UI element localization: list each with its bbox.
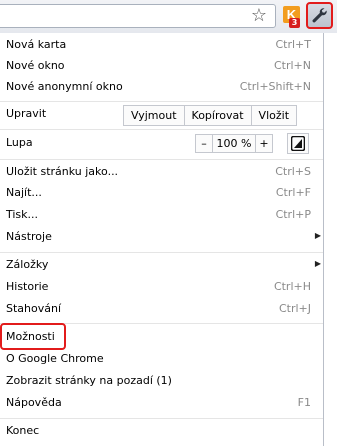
zoom-controls: – 100 % + <box>195 134 273 153</box>
zoom-value: 100 % <box>212 134 256 153</box>
menu-item-label: Konec <box>6 424 40 437</box>
menu-item-label: Najít... <box>6 186 42 199</box>
zoom-out-button[interactable]: – <box>195 134 213 153</box>
menu-item-label: Záložky <box>6 258 49 271</box>
menu-item-shortcut: Ctrl+N <box>273 59 311 72</box>
menu-item-shortcut: Ctrl+F <box>275 186 311 199</box>
wrench-menu: Nová karta Ctrl+T Nové okno Ctrl+N Nové … <box>0 33 324 446</box>
edit-button-group: Vyjmout Kopírovat Vložit <box>123 105 298 126</box>
menu-item-background-pages[interactable]: Zobrazit stránky na pozadí (1) <box>0 371 323 392</box>
menu-item-label: Uložit stránku jako... <box>6 165 119 178</box>
submenu-arrow-icon: ▶ <box>314 259 321 268</box>
menu-item-new-incognito-window[interactable]: Nové anonymní okno Ctrl+Shift+N <box>0 77 323 98</box>
menu-item-label: Zobrazit stránky na pozadí (1) <box>6 374 172 387</box>
browser-toolbar: ☆ K 3 <box>0 0 337 33</box>
menu-item-save-page[interactable]: Uložit stránku jako... Ctrl+S <box>0 162 323 183</box>
options-highlight-box <box>0 323 66 350</box>
menu-item-shortcut: F1 <box>297 396 311 409</box>
menu-item-shortcut: Ctrl+S <box>275 165 311 178</box>
menu-item-label: Lupa <box>6 136 33 149</box>
menu-item-downloads[interactable]: Stahování Ctrl+J <box>0 299 323 320</box>
menu-item-shortcut: Ctrl+P <box>275 208 311 221</box>
menu-item-shortcut: Ctrl+J <box>278 302 311 315</box>
menu-item-bookmarks[interactable]: Záložky ▶ <box>0 255 323 276</box>
menu-item-exit[interactable]: Konec <box>0 421 323 442</box>
wrench-menu-button[interactable] <box>306 2 333 29</box>
menu-item-tools[interactable]: Nástroje ▶ <box>0 227 323 248</box>
zoom-in-button[interactable]: + <box>255 134 273 153</box>
menu-item-label: Historie <box>6 280 49 293</box>
fullscreen-button[interactable] <box>287 133 309 154</box>
menu-item-shortcut: Ctrl+T <box>275 38 311 51</box>
menu-item-new-tab[interactable]: Nová karta Ctrl+T <box>0 35 323 56</box>
menu-item-label: Nové anonymní okno <box>6 80 123 93</box>
menu-item-about[interactable]: O Google Chrome <box>0 349 323 370</box>
menu-item-label: Upravit <box>6 107 47 120</box>
menu-item-label: Tisk... <box>6 208 39 221</box>
menu-item-label: Nástroje <box>6 230 52 243</box>
fullscreen-icon <box>291 136 305 151</box>
extension-button[interactable]: K 3 <box>283 6 300 28</box>
star-icon[interactable]: ☆ <box>249 6 269 26</box>
menu-separator <box>0 418 323 419</box>
menu-item-help[interactable]: Nápověda F1 <box>0 393 323 414</box>
menu-item-find[interactable]: Najít... Ctrl+F <box>0 183 323 204</box>
extension-badge: 3 <box>289 18 300 28</box>
menu-item-print[interactable]: Tisk... Ctrl+P <box>0 205 323 226</box>
menu-item-label: Nová karta <box>6 38 67 51</box>
menu-item-label: O Google Chrome <box>6 352 104 365</box>
menu-item-zoom: Lupa <box>0 133 323 154</box>
menu-separator <box>0 101 323 102</box>
wrench-icon <box>312 8 327 23</box>
menu-item-history[interactable]: Historie Ctrl+H <box>0 277 323 298</box>
copy-button[interactable]: Kopírovat <box>183 105 252 126</box>
paste-button[interactable]: Vložit <box>250 105 298 126</box>
menu-item-shortcut: Ctrl+Shift+N <box>239 80 311 93</box>
address-bar[interactable] <box>0 4 276 28</box>
menu-item-label: Nápověda <box>6 396 62 409</box>
menu-item-shortcut: Ctrl+H <box>273 280 311 293</box>
menu-item-label: Nové okno <box>6 59 65 72</box>
menu-separator <box>0 252 323 253</box>
menu-item-new-window[interactable]: Nové okno Ctrl+N <box>0 56 323 77</box>
menu-item-label: Stahování <box>6 302 62 315</box>
cut-button[interactable]: Vyjmout <box>123 105 185 126</box>
menu-separator <box>0 159 323 160</box>
submenu-arrow-icon: ▶ <box>314 231 321 240</box>
menu-separator <box>0 129 323 130</box>
